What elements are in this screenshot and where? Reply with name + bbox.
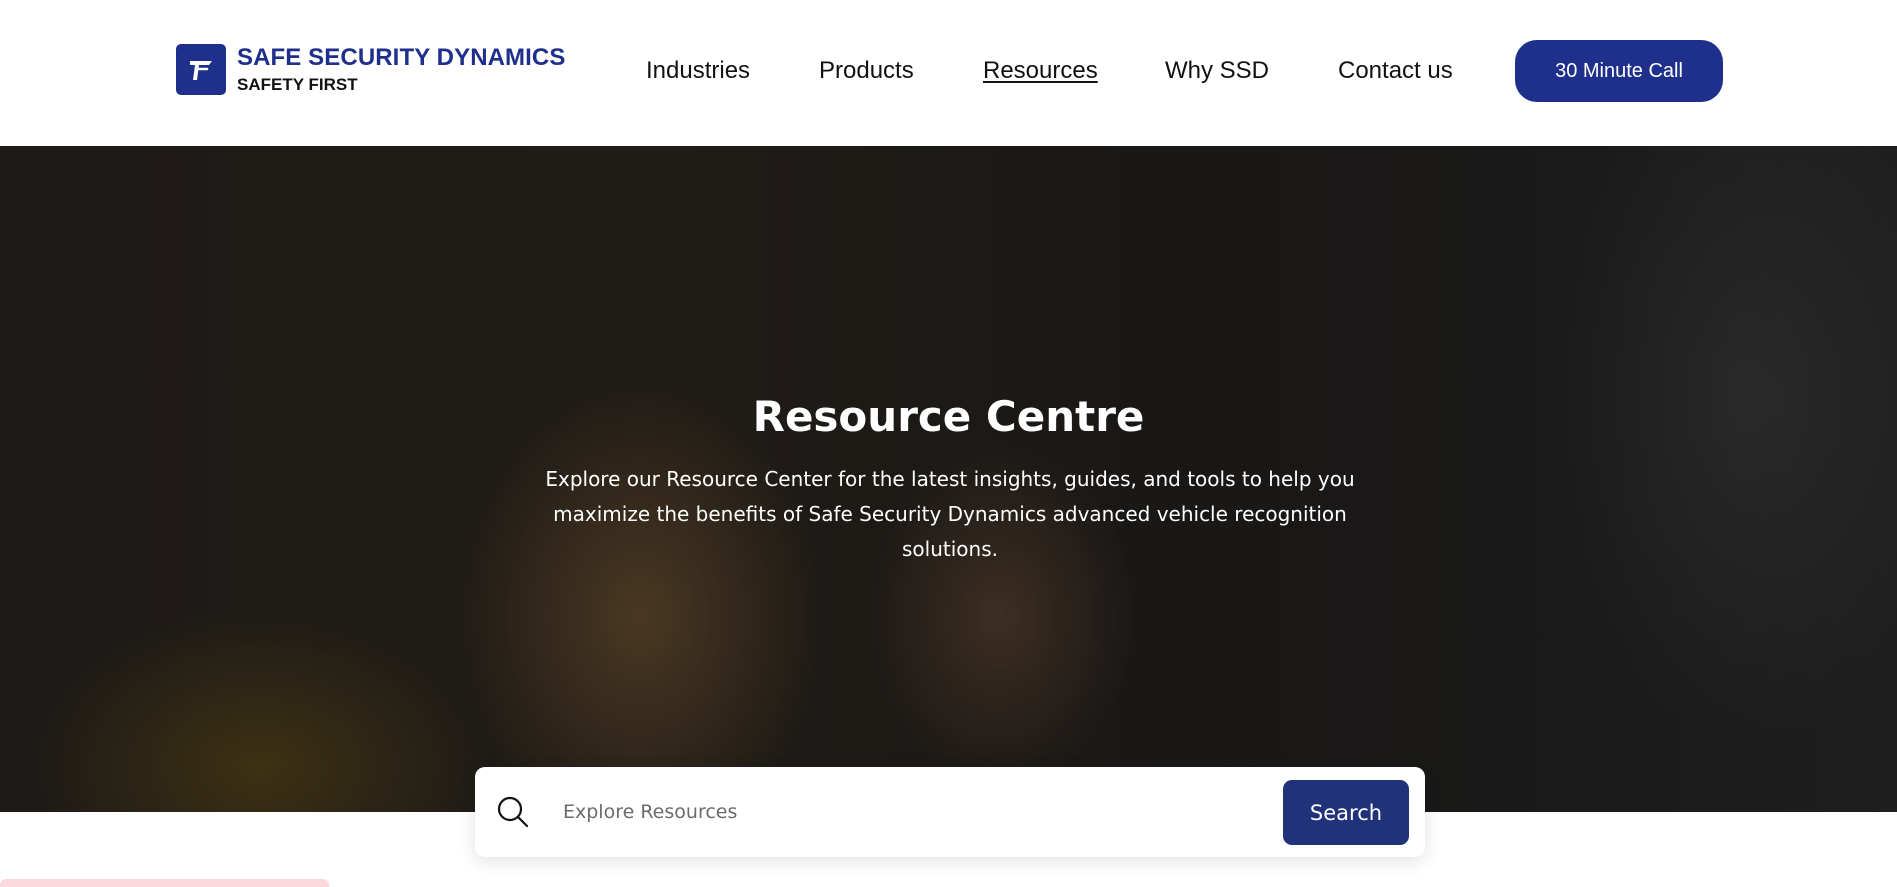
nav-item-resources[interactable]: Resources [983,56,1098,86]
nav-item-industries[interactable]: Industries [646,56,750,86]
page-title: Resource Centre [752,392,1145,441]
search-button[interactable]: Search [1283,780,1409,845]
site-header: SAFE SECURITY DYNAMICS SAFETY FIRST Indu… [0,0,1897,146]
resource-search-bar: Search [475,767,1425,857]
nav-item-products[interactable]: Products [819,56,914,86]
thirty-minute-call-button[interactable]: 30 Minute Call [1515,40,1723,102]
hero-description: Explore our Resource Center for the late… [545,467,1355,561]
nav-item-contact-us[interactable]: Contact us [1338,56,1453,86]
content-card-edge [0,879,329,887]
search-icon [495,794,531,830]
search-input[interactable] [563,792,1243,832]
hero-banner: Resource Centre Explore our Resource Cen… [0,146,1897,812]
nav-item-why-ssd[interactable]: Why SSD [1165,56,1269,86]
